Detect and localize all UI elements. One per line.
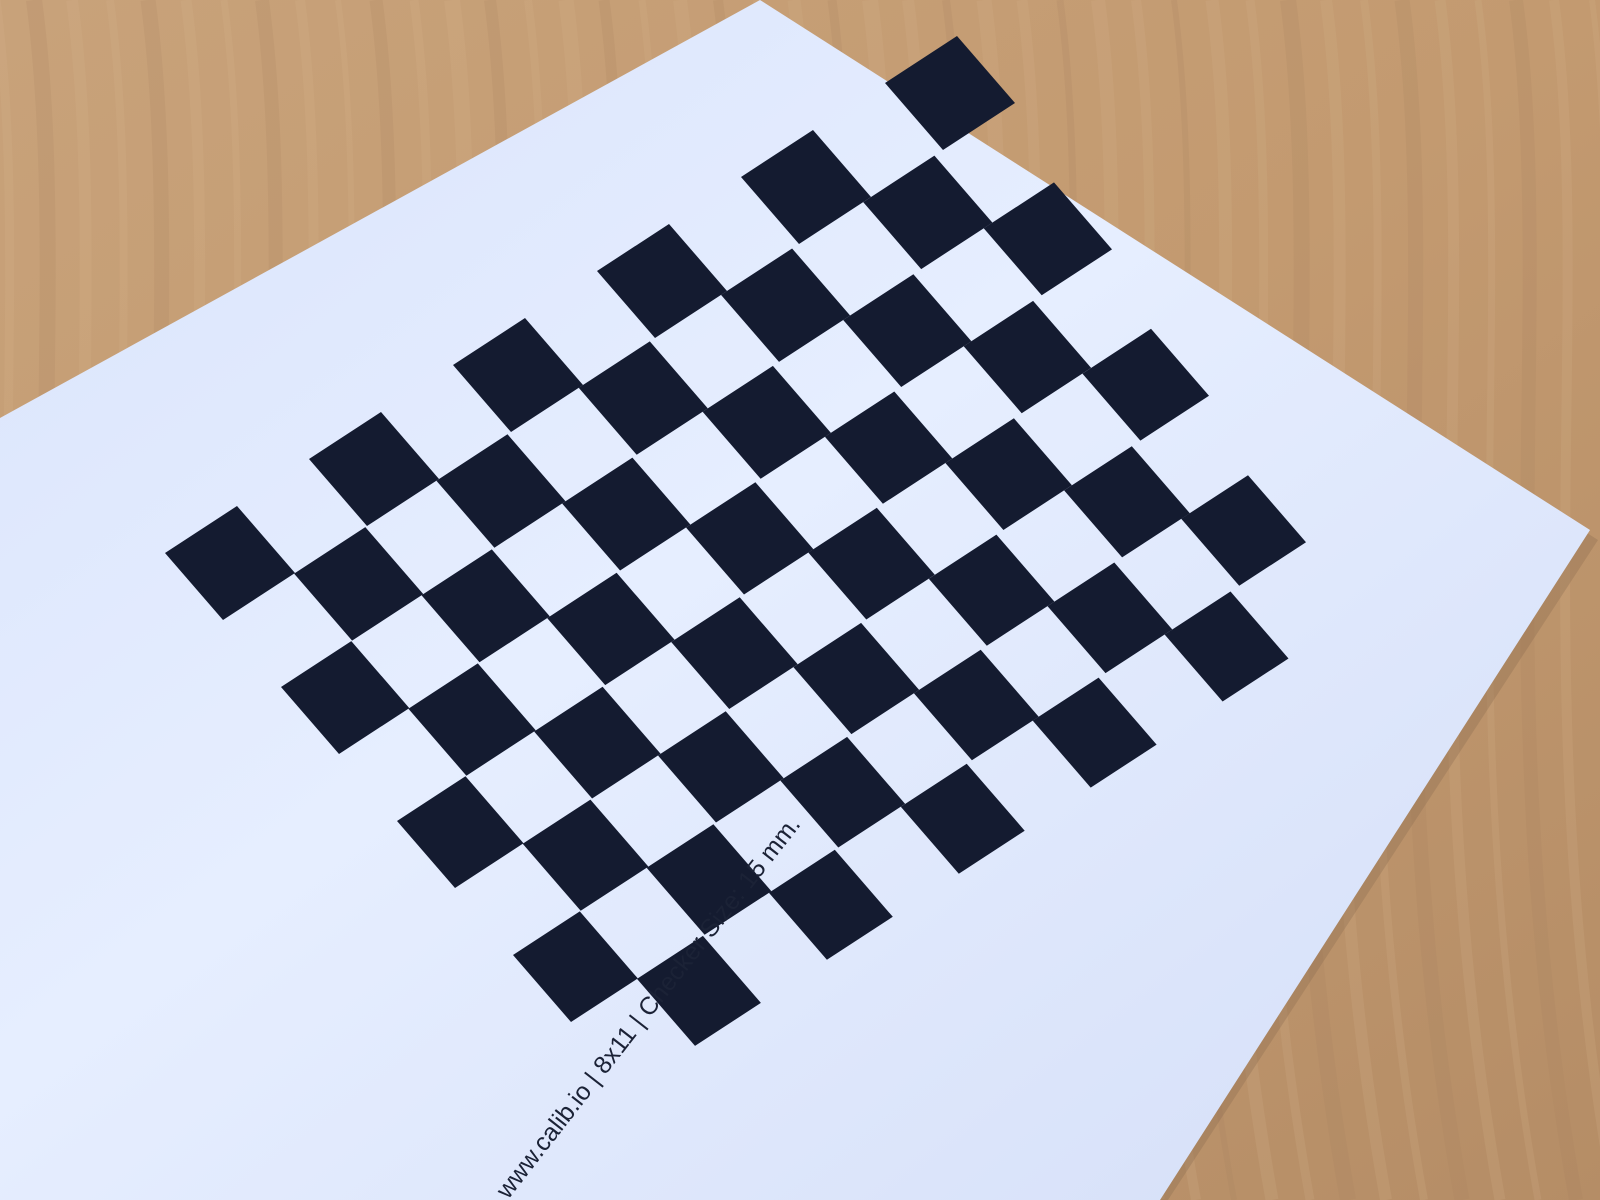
photo-scene: www.calib.io | 8x11 | Checker Size: 15 m…: [0, 0, 1600, 1200]
